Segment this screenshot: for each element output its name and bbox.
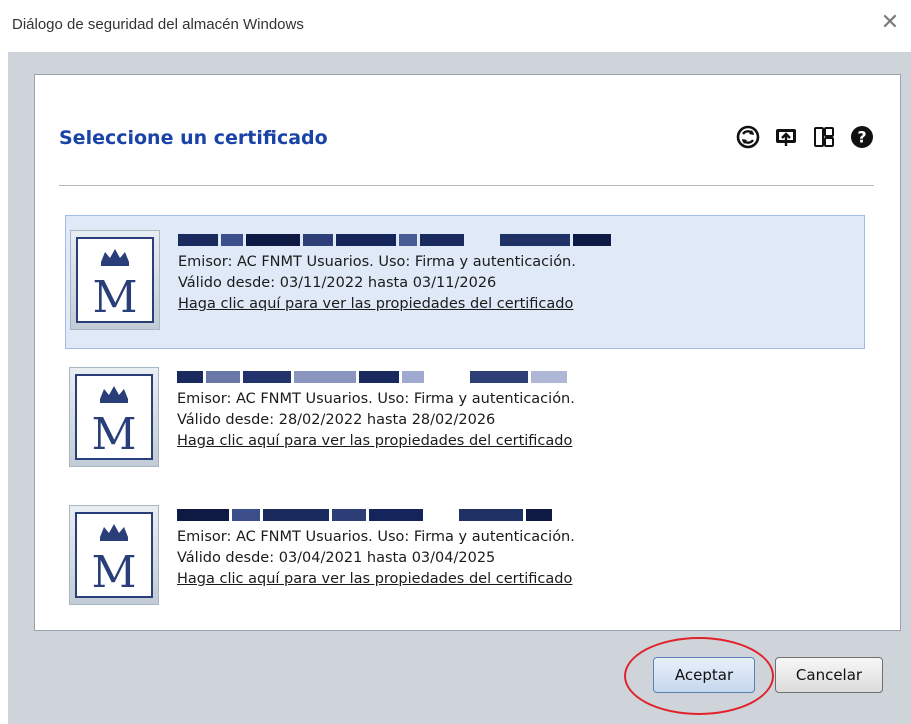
certificate-item[interactable]: M Emisor: AC FNMT Usuarios. Uso: Firma y… — [65, 491, 865, 625]
panel-title: Seleccione un certificado — [59, 127, 328, 149]
svg-text:M: M — [92, 272, 137, 316]
certificate-issuer: Emisor: AC FNMT Usuarios. Uso: Firma y a… — [178, 254, 576, 270]
certificate-item[interactable]: M Emisor: AC FNMT Usuarios. Uso: Firma y… — [65, 353, 865, 487]
certificate-issuer: Emisor: AC FNMT Usuarios. Uso: Firma y a… — [177, 391, 575, 407]
certificate-validity: Válido desde: 28/02/2022 hasta 28/02/202… — [177, 412, 496, 428]
certificate-issuer: Emisor: AC FNMT Usuarios. Uso: Firma y a… — [177, 529, 575, 545]
panel-toolbar: ? — [734, 123, 876, 151]
certificate-validity: Válido desde: 03/04/2021 hasta 03/04/202… — [177, 550, 496, 566]
certificate-panel: Seleccione un certificado ? M Emisor: AC… — [34, 74, 901, 631]
svg-text:M: M — [91, 547, 136, 591]
certificate-properties-link[interactable]: Haga clic aquí para ver las propiedades … — [177, 569, 857, 590]
certificate-icon: M — [70, 230, 160, 330]
certificate-icon: M — [69, 367, 159, 467]
certificate-name-redacted — [177, 503, 737, 527]
dialog-body: Seleccione un certificado ? M Emisor: AC… — [8, 52, 911, 724]
refresh-icon[interactable] — [734, 123, 762, 151]
import-icon[interactable] — [772, 123, 800, 151]
certificate-properties-link[interactable]: Haga clic aquí para ver las propiedades … — [177, 431, 857, 452]
close-icon[interactable]: ✕ — [877, 10, 903, 36]
cancel-button[interactable]: Cancelar — [775, 657, 883, 693]
certificate-properties-link[interactable]: Haga clic aquí para ver las propiedades … — [178, 294, 858, 315]
accept-button[interactable]: Aceptar — [653, 657, 755, 693]
certificate-name-redacted — [177, 365, 737, 389]
certificate-validity: Válido desde: 03/11/2022 hasta 03/11/202… — [178, 275, 497, 291]
title-divider — [59, 185, 874, 186]
help-icon[interactable]: ? — [848, 123, 876, 151]
certificate-name-redacted — [178, 228, 738, 252]
title-bar: Diálogo de seguridad del almacén Windows… — [0, 0, 911, 52]
certificate-icon: M — [69, 505, 159, 605]
svg-text:M: M — [91, 409, 136, 453]
certificate-item[interactable]: M Emisor: AC FNMT Usuarios. Uso: Firma y… — [65, 215, 865, 349]
svg-text:?: ? — [857, 128, 866, 147]
view-details-icon[interactable] — [810, 123, 838, 151]
window-title: Diálogo de seguridad del almacén Windows — [12, 16, 304, 33]
